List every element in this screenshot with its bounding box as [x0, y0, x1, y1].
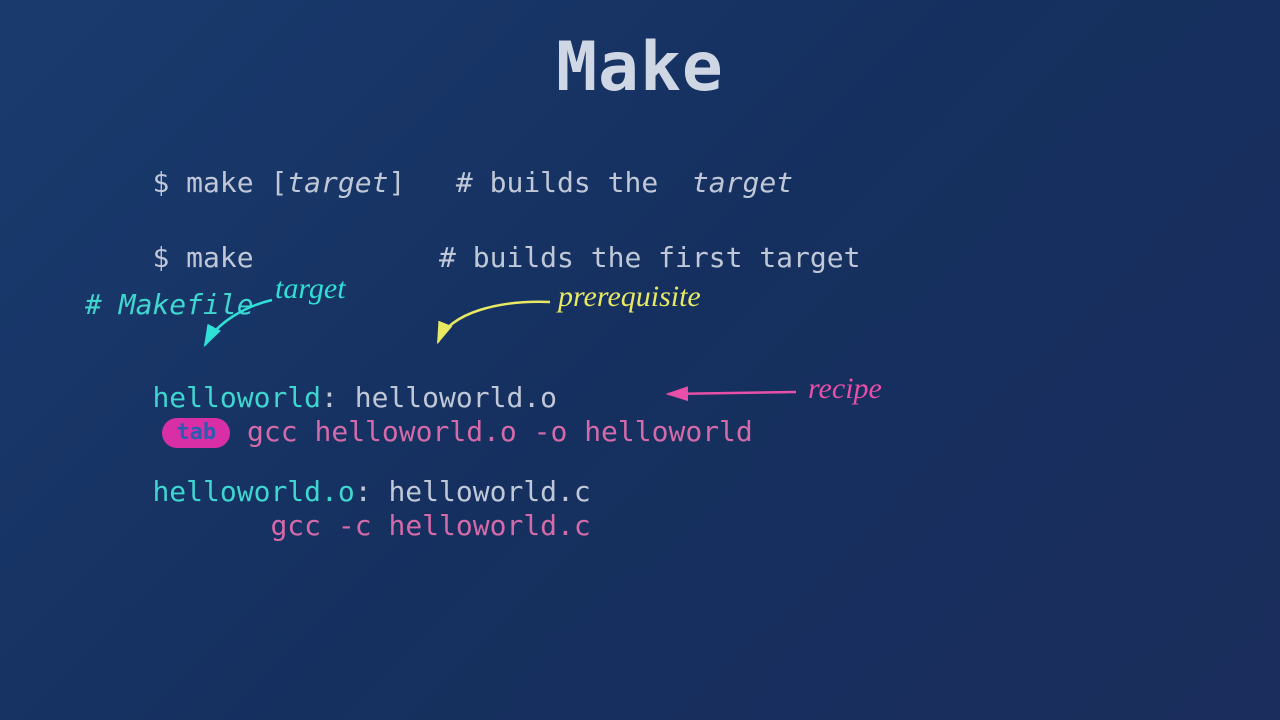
usage-1-comment-arg: target [692, 166, 793, 199]
usage-1-comment-prefix: # builds the [405, 166, 692, 199]
slide: Make $ make [target] # builds the target… [0, 0, 1280, 720]
rule2-recipe: gcc -c helloworld.c [270, 509, 590, 542]
usage-2-spaces [254, 241, 439, 274]
slide-title: Make [0, 28, 1280, 107]
rule2-indent [152, 509, 270, 542]
usage-1-arg: target [287, 166, 388, 199]
makefile-comment: # Makefile [85, 288, 254, 321]
usage-2-cmd: $ make [152, 241, 253, 274]
annotation-prerequisite: prerequisite [558, 280, 701, 314]
usage-1-prefix: $ make [ [152, 166, 287, 199]
annotation-target: target [275, 272, 346, 306]
usage-1-suffix: ] [388, 166, 405, 199]
usage-2-comment: # builds the first target [439, 241, 860, 274]
rule2-recipe-line: gcc -c helloworld.c [85, 476, 591, 575]
arrow-prerequisite [438, 302, 550, 342]
annotation-recipe: recipe [808, 372, 882, 406]
